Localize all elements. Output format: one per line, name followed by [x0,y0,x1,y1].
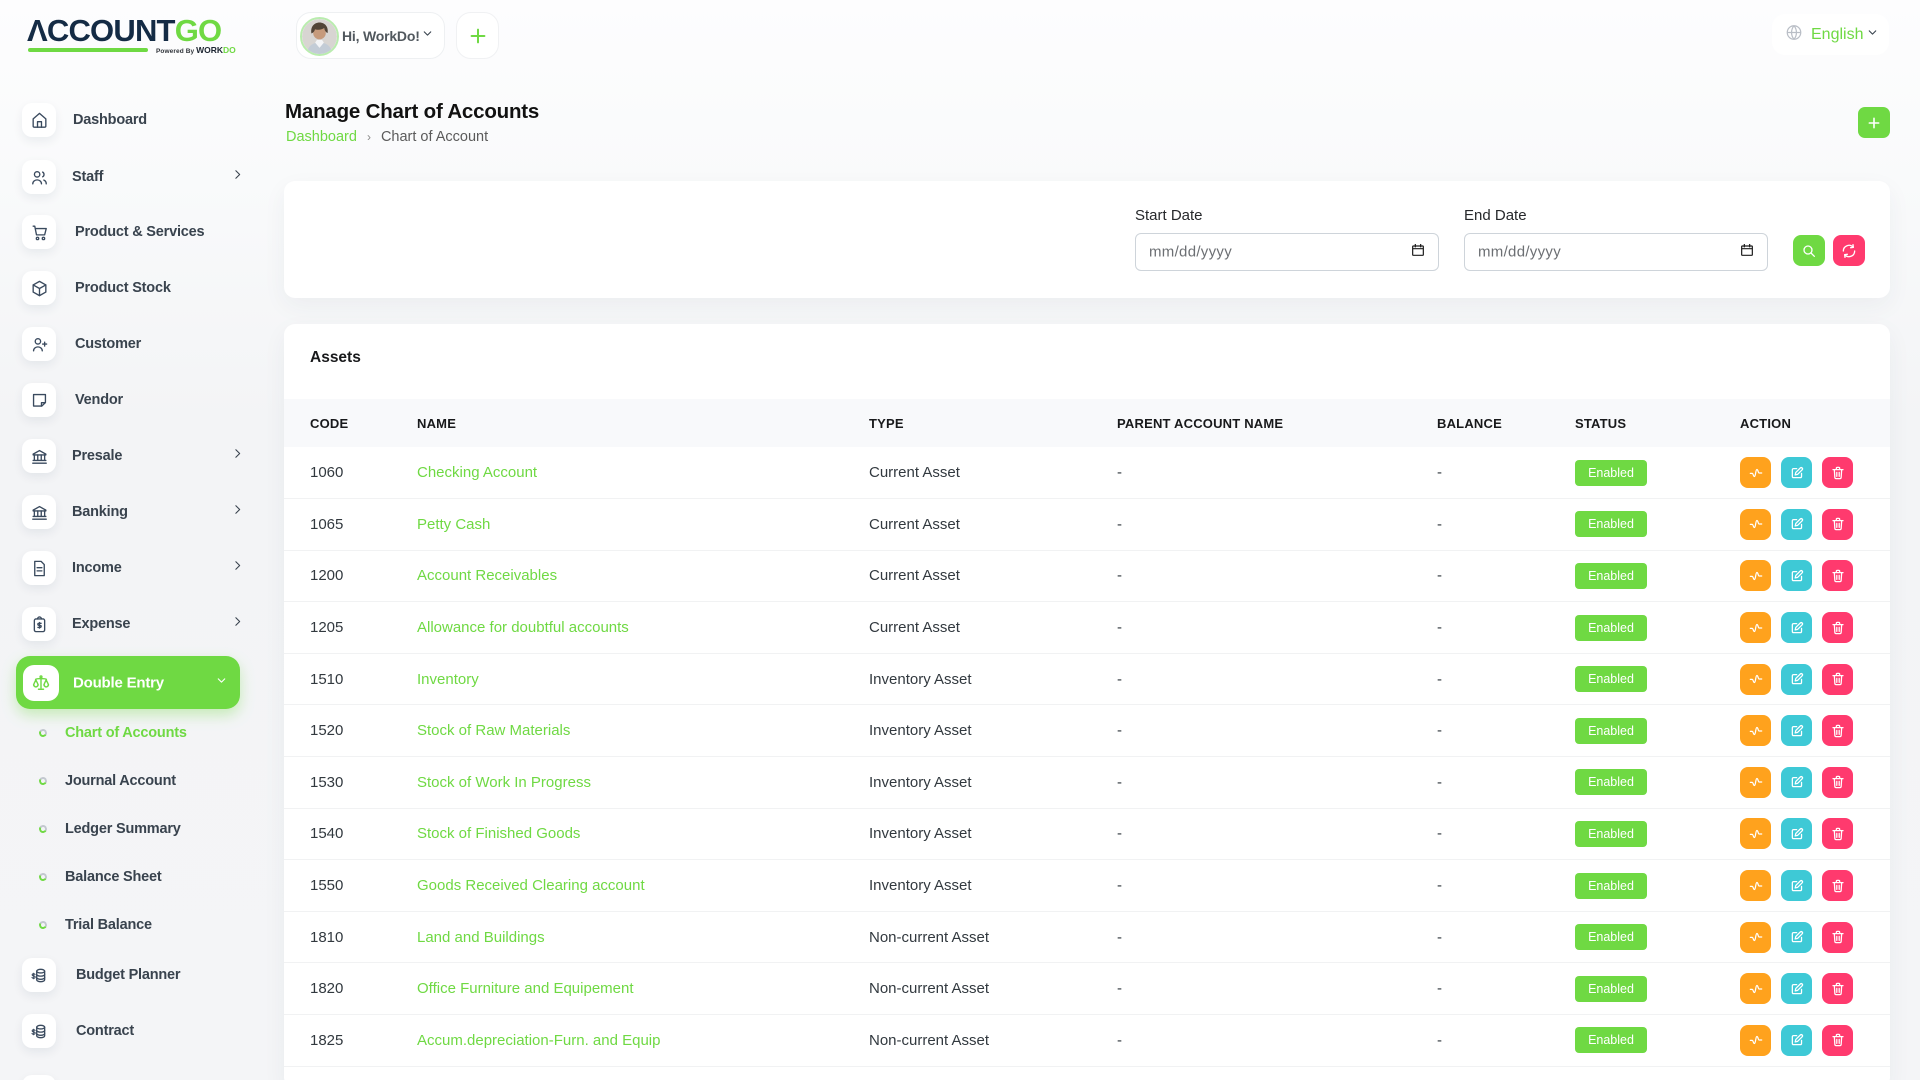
svg-text:$: $ [31,972,35,980]
svg-text:$: $ [31,1028,35,1036]
